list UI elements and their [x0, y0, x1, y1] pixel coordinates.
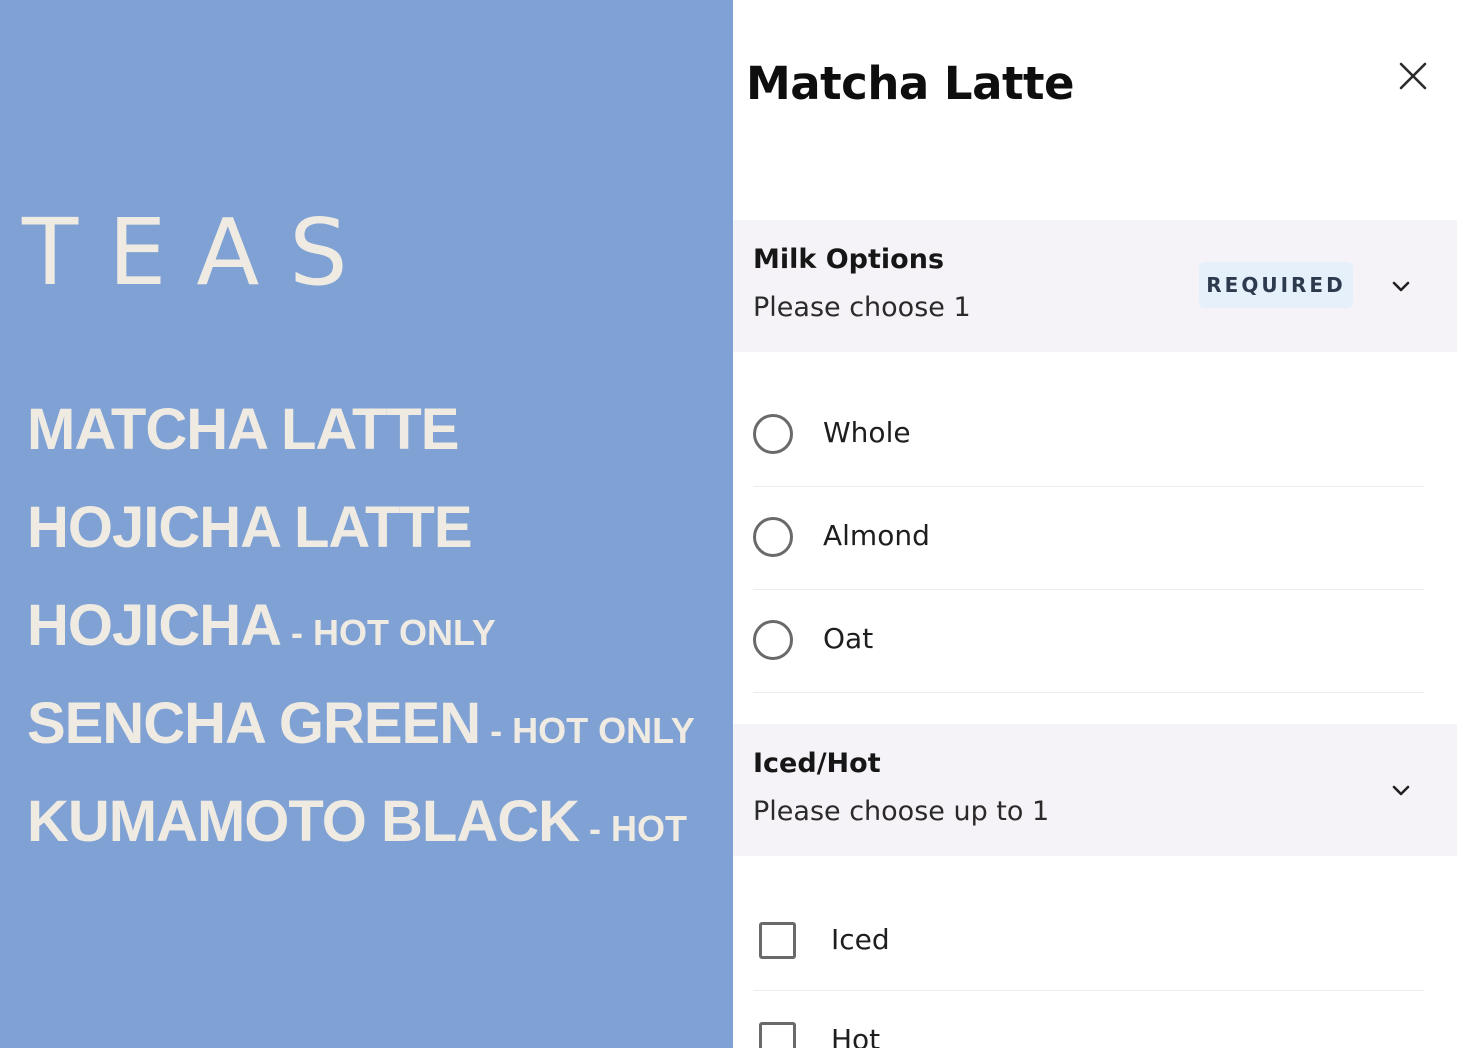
temp-option-iced[interactable]: Iced — [753, 887, 1424, 991]
close-icon — [1399, 62, 1427, 90]
menu-heading: TEAS — [22, 199, 378, 306]
menu-item-name: SENCHA GREEN — [27, 691, 481, 756]
menu-item-note: - HOT ONLY — [490, 710, 695, 751]
milk-options-header[interactable]: Milk Options Please choose 1 REQUIRED — [733, 220, 1457, 352]
menu-item-note: - HOT — [588, 808, 687, 849]
menu-item: MATCHA LATTE — [27, 393, 695, 491]
item-options-modal: Matcha Latte Milk Options Please choose … — [733, 0, 1457, 1048]
chevron-down-icon[interactable] — [1389, 778, 1413, 802]
milk-option-almond[interactable]: Almond — [753, 486, 1424, 590]
milk-option-whole[interactable]: Whole — [753, 383, 1424, 487]
section-title: Milk Options — [753, 244, 945, 275]
section-subtitle: Please choose up to 1 — [753, 796, 1050, 827]
radio-button[interactable] — [753, 414, 793, 454]
radio-button[interactable] — [753, 620, 793, 660]
menu-item: KUMAMOTO BLACK - HOT — [27, 785, 695, 883]
menu-item-name: HOJICHA — [27, 593, 282, 658]
menu-background-panel: TEAS MATCHA LATTE HOJICHA LATTE HOJICHA -… — [0, 0, 733, 1048]
menu-item: SENCHA GREEN - HOT ONLY — [27, 687, 695, 785]
menu-item: HOJICHA - HOT ONLY — [27, 589, 695, 687]
option-label: Iced — [831, 923, 890, 956]
option-label: Oat — [823, 622, 874, 655]
radio-button[interactable] — [753, 517, 793, 557]
menu-item-name: HOJICHA LATTE — [27, 495, 473, 560]
option-label: Hot — [831, 1023, 881, 1048]
required-badge: REQUIRED — [1199, 262, 1353, 308]
menu-item: HOJICHA LATTE — [27, 491, 695, 589]
section-title: Iced/Hot — [753, 748, 881, 779]
option-label: Whole — [823, 416, 911, 449]
close-button[interactable] — [1393, 56, 1433, 96]
menu-item-note: - HOT ONLY — [291, 612, 496, 653]
menu-item-name: KUMAMOTO BLACK — [27, 789, 580, 854]
option-label: Almond — [823, 519, 930, 552]
section-subtitle: Please choose 1 — [753, 292, 971, 323]
temp-option-hot[interactable]: Hot — [753, 987, 1424, 1048]
iced-hot-header[interactable]: Iced/Hot Please choose up to 1 — [733, 724, 1457, 856]
menu-list: MATCHA LATTE HOJICHA LATTE HOJICHA - HOT … — [27, 393, 695, 883]
checkbox[interactable] — [759, 922, 796, 959]
page: TEAS MATCHA LATTE HOJICHA LATTE HOJICHA -… — [0, 0, 1465, 1048]
checkbox[interactable] — [759, 1022, 796, 1048]
modal-title: Matcha Latte — [746, 57, 1074, 110]
menu-item-name: MATCHA LATTE — [27, 397, 459, 462]
chevron-down-icon[interactable] — [1389, 274, 1413, 298]
milk-option-oat[interactable]: Oat — [753, 589, 1424, 693]
